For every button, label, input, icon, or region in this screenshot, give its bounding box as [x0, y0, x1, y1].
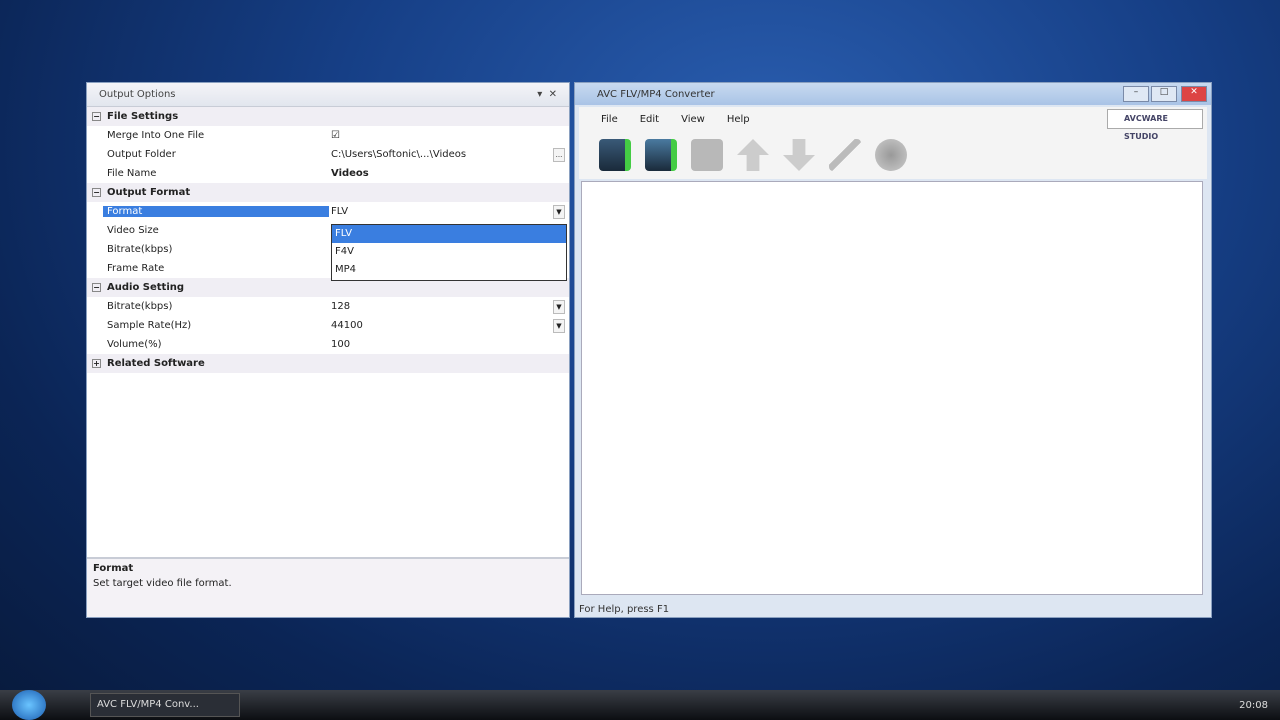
brand-logo: AVCWARE STUDIO — [1107, 109, 1203, 141]
menu-file[interactable]: File — [601, 114, 618, 125]
description-pane: Format Set target video file format. — [87, 557, 569, 617]
maximize-button[interactable]: □ — [1151, 86, 1177, 102]
property-format[interactable]: Format FLV ▼ — [87, 202, 569, 221]
category-file-settings[interactable]: − File Settings — [87, 107, 569, 126]
format-option[interactable]: F4V — [332, 243, 566, 261]
category-output-format[interactable]: − Output Format — [87, 183, 569, 202]
category-related-software[interactable]: + Related Software — [87, 354, 569, 373]
collapse-icon[interactable]: − — [92, 112, 101, 121]
minimize-button[interactable]: – — [1123, 86, 1149, 102]
expand-icon[interactable]: + — [92, 359, 101, 368]
dropdown-arrow-icon[interactable]: ▼ — [553, 299, 565, 314]
close-button[interactable]: ✕ — [1181, 86, 1207, 102]
panel-title-bar: Output Options ▾ ✕ — [87, 83, 569, 107]
format-dropdown-list: FLV F4V MP4 — [331, 224, 567, 281]
status-bar: For Help, press F1 — [579, 604, 670, 615]
property-volume[interactable]: Volume(%) 100 — [87, 335, 569, 354]
remove-icon[interactable] — [691, 139, 723, 171]
panel-title: Output Options — [99, 89, 176, 100]
add-video-icon[interactable] — [599, 139, 631, 171]
move-up-icon[interactable] — [737, 139, 769, 171]
collapse-icon[interactable]: − — [92, 283, 101, 292]
pin-icon[interactable]: ▾ — [537, 89, 542, 100]
property-output-folder[interactable]: Output Folder C:\Users\Softonic\...\Video… — [87, 145, 569, 164]
start-button[interactable] — [12, 690, 46, 720]
convert-icon[interactable] — [875, 139, 907, 171]
output-options-panel: Output Options ▾ ✕ − File Settings Merge … — [86, 82, 570, 618]
collapse-icon[interactable]: − — [92, 188, 101, 197]
merge-checkbox[interactable]: ☑ — [329, 130, 569, 141]
format-option[interactable]: FLV — [332, 225, 566, 243]
clock[interactable]: 20:08 — [1239, 700, 1268, 711]
property-sample-rate[interactable]: Sample Rate(Hz) 44100 ▼ — [87, 316, 569, 335]
browse-button[interactable]: ... — [553, 147, 565, 162]
menu-bar: File Edit View Help AVCWARE STUDIO — [579, 107, 1207, 141]
move-down-icon[interactable] — [783, 139, 815, 171]
property-merge[interactable]: Merge Into One File ☑ — [87, 126, 569, 145]
system-tray: 20:08 — [1239, 700, 1268, 711]
close-icon[interactable]: ✕ — [549, 89, 557, 100]
file-list-area[interactable] — [581, 181, 1203, 595]
add-dvd-icon[interactable] — [645, 139, 677, 171]
dropdown-arrow-icon[interactable]: ▼ — [553, 318, 565, 333]
menu-edit[interactable]: Edit — [640, 114, 659, 125]
taskbar-item-converter[interactable]: AVC FLV/MP4 Conv... — [90, 693, 240, 717]
menu-help[interactable]: Help — [727, 114, 750, 125]
converter-window: AVC FLV/MP4 Converter – □ ✕ File Edit Vi… — [574, 82, 1212, 618]
dropdown-arrow-icon[interactable]: ▼ — [553, 204, 565, 219]
property-file-name[interactable]: File Name Videos — [87, 164, 569, 183]
format-option[interactable]: MP4 — [332, 261, 566, 279]
menu-view[interactable]: View — [681, 114, 705, 125]
format-select[interactable]: FLV — [329, 206, 569, 217]
property-audio-bitrate[interactable]: Bitrate(kbps) 128 ▼ — [87, 297, 569, 316]
toolbar — [579, 131, 1207, 179]
taskbar: AVC FLV/MP4 Conv... 20:08 — [0, 690, 1280, 720]
clip-icon[interactable] — [829, 139, 861, 171]
window-title-bar: AVC FLV/MP4 Converter – □ ✕ — [575, 83, 1211, 105]
